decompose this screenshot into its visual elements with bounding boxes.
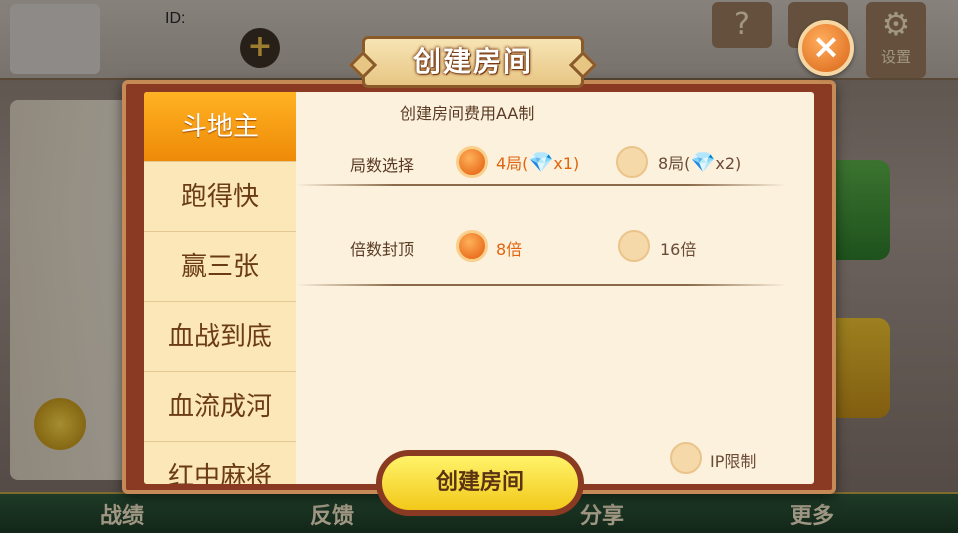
rounds-4-option[interactable]: 4局(💎x1): [496, 150, 579, 174]
tab-doudizhu[interactable]: 斗地主: [144, 92, 296, 162]
rounds-8-option[interactable]: 8局(💎x2): [658, 150, 741, 174]
rounds-4-text: 4局(: [496, 154, 529, 173]
rounds-8-radio[interactable]: [616, 146, 648, 178]
options-panel: 创建房间费用AA制 局数选择 4局(💎x1) 8局(💎x2) 倍数封顶 8倍 1…: [296, 92, 814, 484]
close-icon: ×: [811, 27, 841, 67]
fee-subtitle: 创建房间费用AA制: [400, 104, 535, 123]
dialog-title-text: 创建房间: [412, 45, 533, 78]
rounds-8-cost: x2): [715, 154, 742, 173]
dialog-title: 创建房间: [362, 36, 584, 88]
tab-hongzhongmajiang[interactable]: 红中麻将: [144, 442, 296, 484]
rounds-4-radio[interactable]: [456, 146, 488, 178]
create-room-button[interactable]: 创建房间: [376, 450, 584, 516]
close-button[interactable]: ×: [798, 20, 854, 76]
multiplier-16-radio[interactable]: [618, 230, 650, 262]
create-room-button-label: 创建房间: [382, 456, 578, 510]
divider: [296, 184, 786, 186]
tab-paodekuai[interactable]: 跑得快: [144, 162, 296, 232]
diamond-icon: 💎: [690, 150, 716, 174]
rounds-4-cost: x1): [553, 154, 580, 173]
tab-xueliuchenghe[interactable]: 血流成河: [144, 372, 296, 442]
tab-yingsanzhang[interactable]: 赢三张: [144, 232, 296, 302]
rounds-8-text: 8局(: [658, 154, 691, 173]
multiplier-8-radio[interactable]: [456, 230, 488, 262]
divider: [296, 284, 786, 286]
tab-xuezhandaodi[interactable]: 血战到底: [144, 302, 296, 372]
rounds-label: 局数选择: [350, 156, 415, 175]
dialog-body: 斗地主 跑得快 赢三张 血战到底 血流成河 红中麻将 创建房间费用AA制 局数选…: [144, 92, 814, 484]
multiplier-16-option[interactable]: 16倍: [660, 236, 696, 260]
diamond-icon: 💎: [528, 150, 554, 174]
ip-limit-checkbox[interactable]: [670, 442, 702, 474]
multiplier-8-option[interactable]: 8倍: [496, 236, 522, 260]
game-type-tabs: 斗地主 跑得快 赢三张 血战到底 血流成河 红中麻将: [144, 92, 296, 484]
multiplier-label: 倍数封顶: [350, 240, 415, 259]
create-room-dialog: 斗地主 跑得快 赢三张 血战到底 血流成河 红中麻将 创建房间费用AA制 局数选…: [122, 80, 836, 494]
ip-limit-label[interactable]: IP限制: [710, 448, 756, 472]
